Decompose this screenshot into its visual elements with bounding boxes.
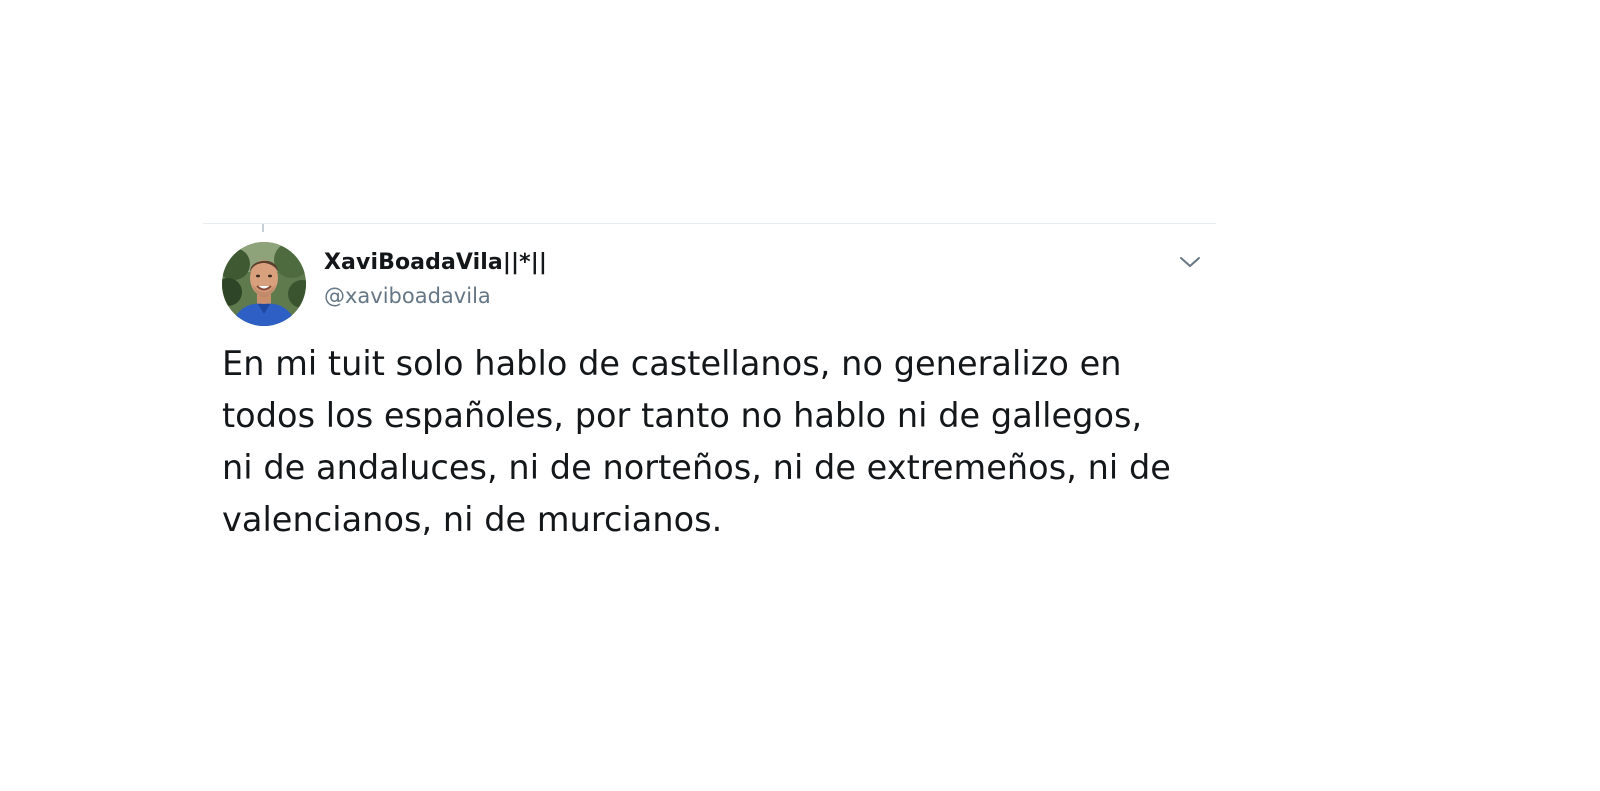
tweet-text: En mi tuit solo hablo de castellanos, no… bbox=[222, 344, 1171, 539]
divider bbox=[203, 223, 1216, 224]
chevron-down-icon bbox=[1180, 257, 1200, 267]
avatar[interactable] bbox=[222, 242, 306, 326]
more-options-button[interactable] bbox=[1177, 252, 1203, 272]
user-handle[interactable]: @xaviboadavila bbox=[324, 284, 491, 308]
display-name[interactable]: XaviBoadaVila||*|| bbox=[324, 250, 547, 275]
avatar-image bbox=[222, 242, 306, 326]
thread-connector bbox=[262, 224, 264, 232]
tweet-card: XaviBoadaVila||*|| @xaviboadavila En mi … bbox=[203, 223, 1216, 583]
